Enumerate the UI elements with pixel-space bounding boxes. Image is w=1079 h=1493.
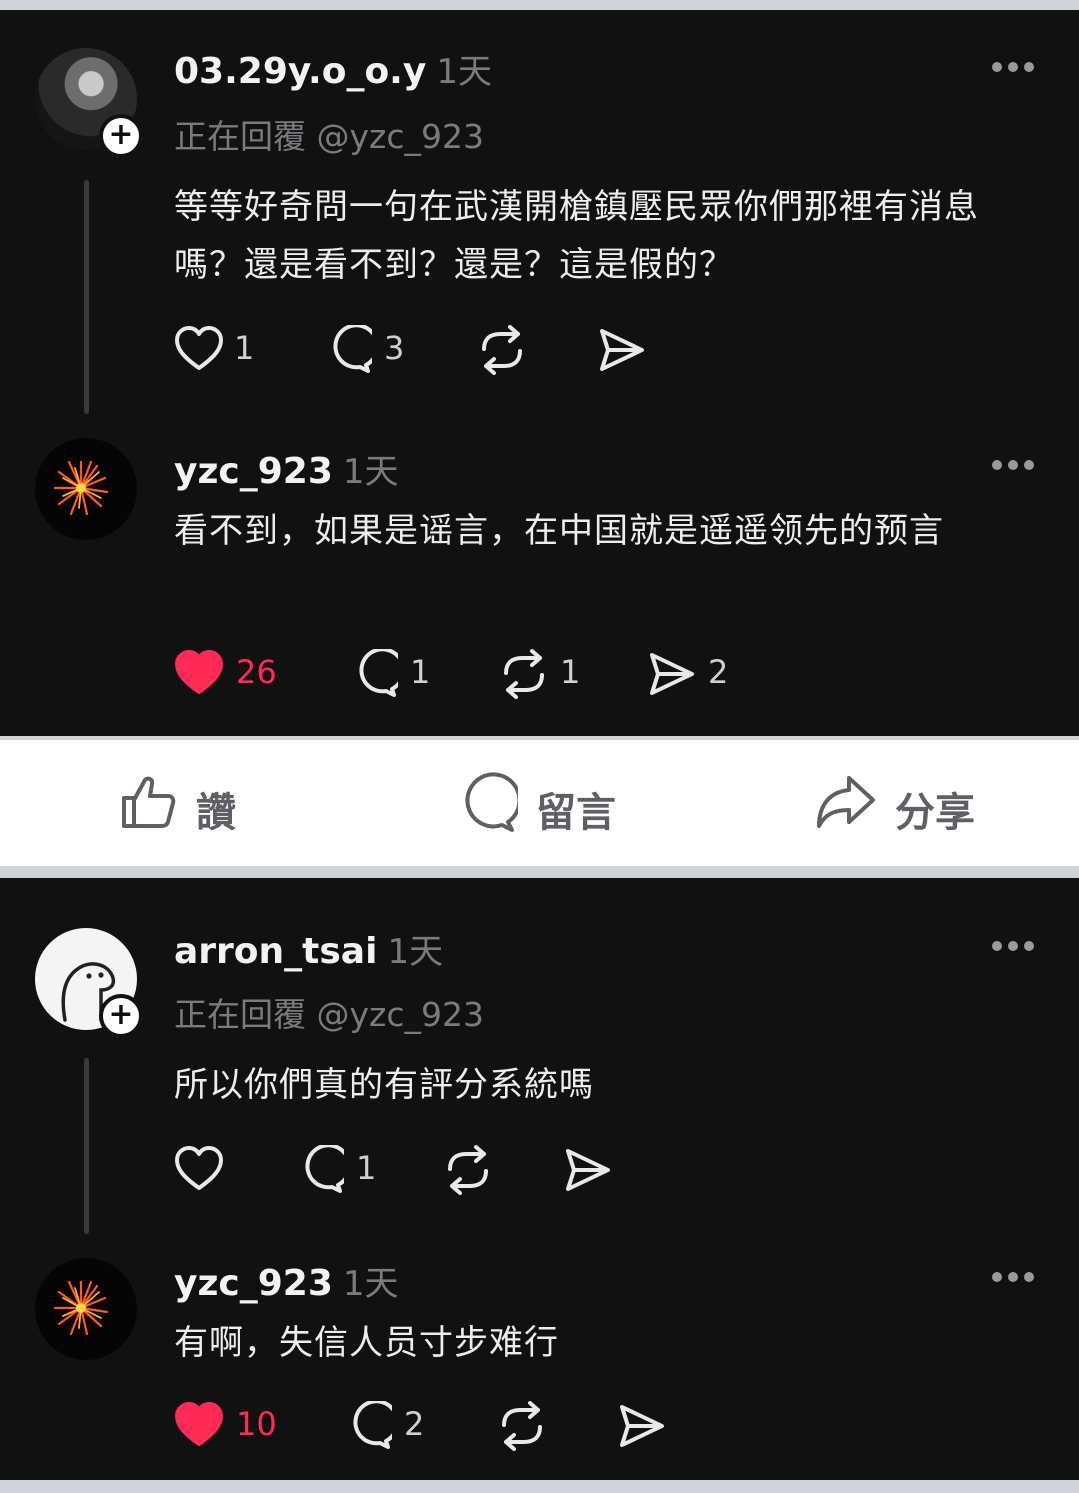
repost-icon [482, 325, 522, 375]
replying-to: 正在回覆 @yzc_923 [174, 117, 484, 156]
comment-count: 3 [384, 329, 405, 367]
thread-panel-top: + 03.29y.o_o.y 1天 正在回覆 @yzc_923 等等好奇問一句在武… [0, 10, 1079, 736]
replying-to: 正在回覆 @yzc_923 [174, 995, 484, 1034]
share-arrow-icon [817, 776, 875, 828]
post-text: 等等好奇問一句在武漢開槍鎮壓民眾你們那裡有消息嗎？還是看不到？還是？這是假的？ [174, 187, 979, 285]
repost-icon [448, 1145, 488, 1195]
share-icon [600, 329, 644, 371]
thread-panel-bottom: + arron_tsai 1天 正在回覆 @yzc_923 所以你們真的有評分系統… [0, 878, 1079, 1480]
follow-plus-icon[interactable]: + [99, 114, 143, 158]
username[interactable]: 03.29y.o_o.y [174, 51, 426, 92]
fb-comment-button[interactable]: 留言 [456, 740, 656, 866]
comment-icon [333, 325, 372, 373]
heart-icon [175, 1402, 223, 1446]
share-icon [566, 1149, 610, 1191]
post-header: 03.29y.o_o.y 1天 [174, 44, 492, 93]
more-icon[interactable] [990, 1272, 1036, 1284]
post-header: arron_tsai 1天 [174, 924, 443, 973]
username[interactable]: yzc_923 [174, 1263, 333, 1304]
repost-icon [504, 649, 544, 699]
firework-avatar-image [53, 1280, 109, 1336]
follow-plus-icon[interactable]: + [99, 994, 143, 1038]
share-icon [650, 653, 694, 695]
more-icon[interactable] [990, 62, 1036, 74]
more-icon[interactable] [990, 941, 1036, 953]
like-count: 1 [234, 329, 255, 367]
comment-icon [465, 772, 518, 832]
heart-icon [175, 650, 223, 694]
comment-count: 1 [356, 1149, 377, 1187]
timestamp: 1天 [387, 932, 444, 972]
post-text: 所以你們真的有評分系統嗎 [174, 1065, 594, 1105]
post-text: 有啊，失信人员寸步难行 [174, 1323, 559, 1363]
fb-like-label: 讚 [196, 790, 236, 836]
repost-icon [502, 1401, 542, 1451]
comment-icon [359, 649, 398, 697]
comment-count: 1 [410, 653, 431, 691]
post-header: yzc_923 1天 [174, 1256, 399, 1305]
more-icon[interactable] [990, 460, 1036, 472]
thread-connector [84, 180, 89, 414]
fb-share-button[interactable]: 分享 [815, 740, 1015, 866]
avatar[interactable] [35, 1258, 137, 1360]
avatar[interactable] [35, 438, 137, 540]
comment-icon [305, 1145, 344, 1193]
timestamp: 1天 [342, 1264, 399, 1304]
timestamp: 1天 [342, 452, 399, 492]
username[interactable]: arron_tsai [174, 931, 377, 972]
like-count: 26 [236, 653, 277, 691]
facebook-action-bar: 讚 留言 分享 [0, 740, 1079, 866]
share-count: 2 [708, 653, 729, 691]
firework-avatar-image [53, 460, 109, 516]
username[interactable]: yzc_923 [174, 451, 333, 492]
thread-connector [84, 1058, 89, 1234]
fb-like-button[interactable]: 讚 [118, 740, 318, 866]
comment-icon [353, 1401, 392, 1449]
repost-count: 1 [560, 653, 581, 691]
post-header: yzc_923 1天 [174, 444, 399, 493]
post-text: 看不到，如果是谣言，在中国就是遥遥领先的预言 [174, 511, 944, 551]
fb-comment-label: 留言 [536, 790, 616, 836]
heart-icon [175, 326, 223, 370]
thumbs-up-icon [122, 776, 176, 828]
fb-share-label: 分享 [895, 790, 975, 836]
like-count: 10 [236, 1405, 277, 1443]
timestamp: 1天 [436, 52, 492, 92]
comment-count: 2 [404, 1405, 425, 1443]
heart-icon [175, 1146, 223, 1190]
share-icon [620, 1405, 664, 1447]
